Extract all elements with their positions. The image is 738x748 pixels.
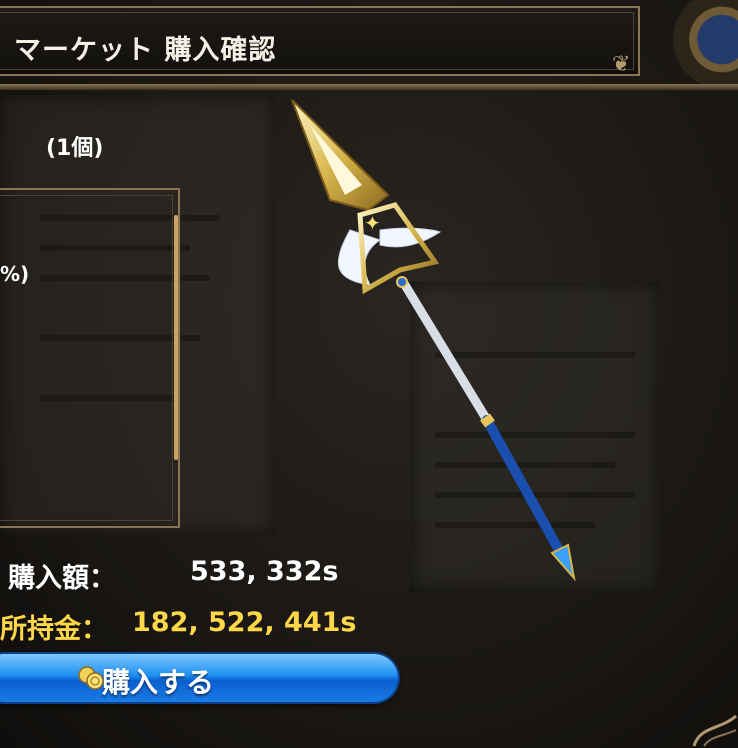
balance-label: 所持金： <box>0 614 108 645</box>
svg-text:✦: ✦ <box>364 211 381 235</box>
spear-item-image: ✦ <box>291 99 576 582</box>
balance-value: 182, 522, 441s <box>132 607 357 638</box>
buy-button-label: 購入する <box>102 666 215 699</box>
purchase-price-label: 購入額： <box>8 563 116 594</box>
purchase-price-value: 533, 332s <box>190 556 339 587</box>
corner-ornament-icon <box>692 714 737 747</box>
buy-button[interactable]: 購入する <box>0 654 398 702</box>
